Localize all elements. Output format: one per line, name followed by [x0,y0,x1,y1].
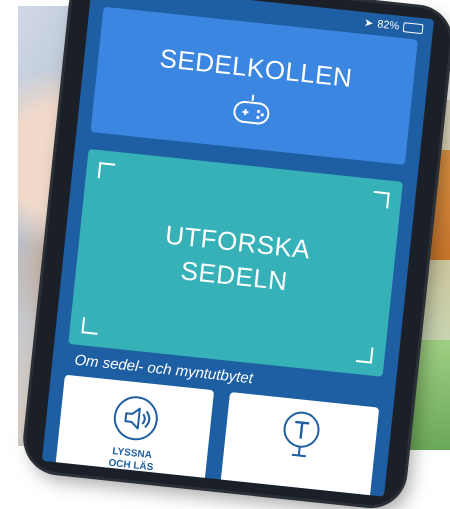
frame-corner-top-left [97,162,116,180]
battery-percentage: 82% [376,17,400,33]
status-right: ➤ 82% [363,16,424,35]
phone: ➤ 82% SEDELKOLLEN UTFORSKA SEDELN Om sed… [22,0,450,509]
gamepad-icon [233,94,270,125]
frame-corner-bottom-left [81,317,99,335]
frame-corner-top-right [372,190,390,209]
location-arrow-icon: ➤ [363,17,374,30]
frame-corner-bottom-right [355,346,374,364]
app-screen: ➤ 82% SEDELKOLLEN UTFORSKA SEDELN Om sed… [41,0,435,497]
sedelkollen-title: SEDELKOLLEN [158,42,354,93]
lyssna-och-las-card[interactable]: LYSSNA OCH LÄS [52,374,215,497]
battery-icon [402,21,424,34]
utforska-sedeln-tile[interactable]: UTFORSKA SEDELN [68,148,403,377]
second-info-card[interactable] [217,392,380,497]
speaker-icon [113,396,158,441]
info-sign-icon [283,411,320,458]
